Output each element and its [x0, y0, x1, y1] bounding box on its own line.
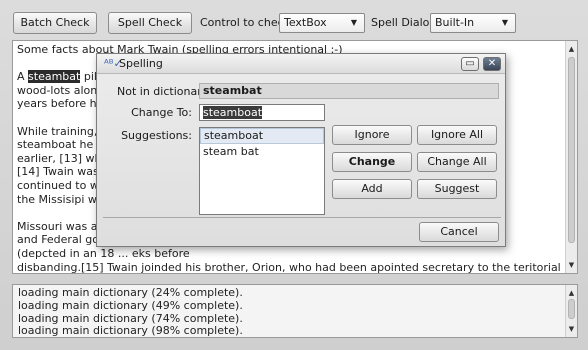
suggestion-item[interactable]: steam bat: [200, 144, 324, 160]
spell-dialog-select[interactable]: Built-In ▼: [430, 13, 516, 33]
add-button[interactable]: Add: [332, 179, 412, 199]
scroll-down-icon[interactable]: ▼: [566, 259, 577, 271]
chevron-down-icon: ▼: [350, 18, 357, 27]
log-line: loading main dictionary (98% complete).: [18, 324, 243, 338]
suggestion-item[interactable]: steamboat: [200, 128, 324, 144]
suggestions-list[interactable]: steamboat steam bat: [199, 127, 325, 215]
close-button[interactable]: ✕: [483, 57, 501, 71]
log-scrollbar[interactable]: ▲ ▼: [565, 285, 577, 337]
log-textbox[interactable]: loading main dictionary (24% complete). …: [12, 284, 578, 338]
control-to-check-value: TextBox: [284, 16, 327, 29]
dialog-titlebar[interactable]: ᴬᴮ✓ Spelling ▭ ✕: [97, 54, 505, 74]
spell-check-button[interactable]: Spell Check: [108, 12, 192, 34]
scroll-up-icon[interactable]: ▲: [566, 287, 577, 299]
scroll-down-icon[interactable]: ▼: [566, 323, 577, 335]
chevron-down-icon: ▼: [501, 18, 508, 27]
change-button[interactable]: Change: [332, 152, 412, 172]
minimize-icon: ▭: [465, 58, 475, 69]
change-to-value: steamboat: [203, 106, 263, 119]
misspelled-word-highlight: steambat: [28, 70, 81, 84]
scrollbar-thumb[interactable]: [568, 57, 575, 243]
document-scrollbar[interactable]: ▲ ▼: [565, 41, 577, 273]
dialog-separator: [103, 217, 501, 218]
ignore-all-button[interactable]: Ignore All: [417, 125, 497, 145]
log-line: loading main dictionary (24% complete).: [18, 286, 243, 299]
not-in-dictionary-field: steambat: [199, 83, 499, 99]
batch-check-button[interactable]: Batch Check: [13, 12, 97, 34]
scroll-up-icon[interactable]: ▲: [566, 43, 577, 55]
dialog-title: Spelling: [119, 57, 163, 70]
suggestions-label: Suggestions:: [121, 129, 192, 142]
not-in-dictionary-label: Not in dictionary:: [117, 85, 212, 98]
change-all-button[interactable]: Change All: [417, 152, 497, 172]
control-to-check-select[interactable]: TextBox ▼: [279, 13, 365, 33]
toolbar: Batch Check Spell Check Control to check…: [0, 0, 588, 40]
minimize-button[interactable]: ▭: [461, 57, 479, 71]
spell-dialog-value: Built-In: [435, 16, 475, 29]
suggest-button[interactable]: Suggest: [417, 179, 497, 199]
close-icon: ✕: [487, 58, 497, 69]
cancel-button[interactable]: Cancel: [419, 222, 499, 242]
scrollbar-thumb[interactable]: [568, 299, 575, 319]
change-to-label: Change To:: [131, 106, 192, 119]
log-lines: loading main dictionary (24% complete). …: [18, 286, 243, 338]
spelling-dialog: ᴬᴮ✓ Spelling ▭ ✕ Not in dictionary: stea…: [96, 53, 506, 247]
change-to-input[interactable]: steamboat: [199, 104, 325, 121]
ignore-button[interactable]: Ignore: [332, 125, 412, 145]
log-line: loading main dictionary (49% complete).: [18, 298, 243, 312]
